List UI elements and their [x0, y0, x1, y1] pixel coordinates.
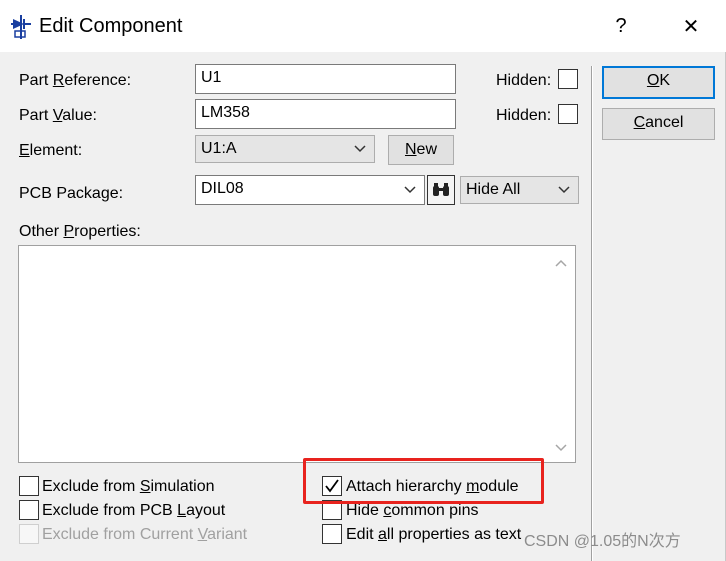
- properties-scrollbar[interactable]: [547, 246, 575, 462]
- other-properties-label: Other Properties:: [19, 223, 141, 240]
- exclude-pcb-layout-checkbox[interactable]: [19, 500, 39, 520]
- chevron-down-icon: [558, 186, 570, 194]
- element-select-value: U1:A: [201, 140, 237, 157]
- ok-button[interactable]: OK: [602, 66, 715, 99]
- part-reference-hidden-label: Hidden:: [496, 72, 552, 89]
- chevron-down-icon: [404, 186, 416, 194]
- pcb-package-label: PCB Package:: [19, 185, 124, 202]
- exclude-current-variant-label: Exclude from Current Variant: [42, 526, 248, 543]
- part-value-hidden-checkbox[interactable]: [558, 104, 578, 124]
- window-title: Edit Component: [39, 15, 183, 37]
- edit-component-dialog: Edit Component ? ✕ Part Reference: U1 Hi…: [0, 0, 726, 561]
- package-visibility-select[interactable]: Hide All: [460, 176, 579, 204]
- package-visibility-value: Hide All: [466, 181, 521, 198]
- exclude-current-variant-checkbox: [19, 524, 39, 544]
- binoculars-icon: [433, 183, 449, 196]
- other-properties-textarea[interactable]: [18, 245, 576, 463]
- element-label: Element:: [19, 142, 83, 159]
- component-icon: [11, 15, 31, 39]
- exclude-pcb-layout-label: Exclude from PCB Layout: [42, 502, 226, 519]
- hide-common-pins-label: Hide common pins: [346, 502, 479, 519]
- pcb-package-value: DIL08: [201, 180, 244, 197]
- chevron-down-icon: [354, 145, 366, 153]
- edit-all-properties-label: Edit all properties as text: [346, 526, 522, 543]
- vertical-separator: [591, 66, 593, 561]
- part-reference-hidden-checkbox[interactable]: [558, 69, 578, 89]
- part-value-input[interactable]: LM358: [195, 99, 456, 129]
- chevron-up-icon[interactable]: [555, 259, 567, 267]
- part-value-label: Part Value:: [19, 107, 97, 124]
- title-bar: Edit Component ? ✕: [0, 0, 726, 52]
- highlight-annotation: [303, 458, 544, 504]
- element-select[interactable]: U1:A: [195, 135, 375, 163]
- cancel-button[interactable]: Cancel: [602, 108, 715, 140]
- browse-package-button[interactable]: [427, 175, 455, 205]
- watermark-text: CSDN @1.05的N次方: [524, 533, 681, 550]
- part-value-hidden-label: Hidden:: [496, 107, 552, 124]
- exclude-simulation-checkbox[interactable]: [19, 476, 39, 496]
- pcb-package-select[interactable]: DIL08: [195, 175, 425, 205]
- close-button[interactable]: ✕: [668, 10, 714, 42]
- part-reference-label: Part Reference:: [19, 72, 132, 89]
- help-button[interactable]: ?: [598, 10, 644, 42]
- exclude-simulation-label: Exclude from Simulation: [42, 478, 215, 495]
- edit-all-properties-checkbox[interactable]: [322, 524, 342, 544]
- new-button[interactable]: New: [388, 135, 454, 165]
- part-reference-input[interactable]: U1: [195, 64, 456, 94]
- chevron-down-icon[interactable]: [555, 444, 567, 452]
